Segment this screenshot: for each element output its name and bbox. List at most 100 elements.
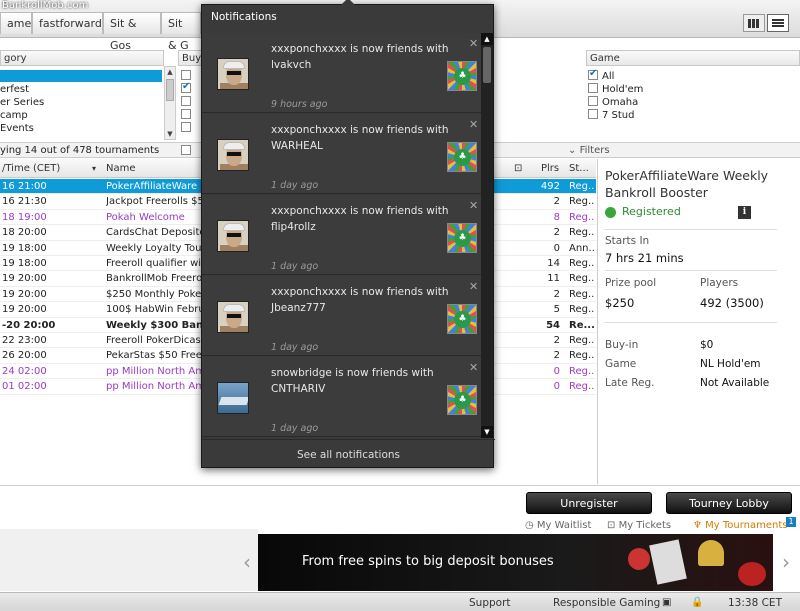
row-date: 19 18:00 <box>2 242 47 254</box>
row-status: Reg... <box>569 304 595 316</box>
game-label: Game <box>605 358 637 370</box>
filters-toggle[interactable]: ⌄ Filters <box>568 145 610 156</box>
scroll-up-icon[interactable]: ▲ <box>165 67 175 77</box>
row-date: 16 21:30 <box>2 196 47 208</box>
col-plrs[interactable]: Plrs <box>541 163 559 174</box>
category-item-selected[interactable] <box>0 70 162 82</box>
notification-item[interactable]: snowbridge is now friends with CNTHARIV 1… <box>202 357 481 437</box>
row-name: pp Million North Ame <box>106 381 202 393</box>
buyin-checkbox[interactable] <box>181 96 195 109</box>
unregister-button[interactable]: Unregister <box>526 492 652 514</box>
my-waitlist-link[interactable]: ◷ My Waitlist <box>525 520 591 531</box>
friends-badge-icon: ♣ <box>447 385 477 415</box>
chevron-left-icon[interactable]: ‹ <box>243 550 251 574</box>
poker-chip-icon <box>738 562 766 586</box>
tab-sit-and-gos[interactable]: Sit & Gos <box>103 12 161 52</box>
category-item[interactable]: erfest <box>0 84 29 96</box>
scroll-down-icon[interactable]: ▼ <box>165 129 175 139</box>
detail-title: PokerAffiliateWare Weekly Bankroll Boost… <box>605 168 769 200</box>
col-status[interactable]: St... <box>569 163 589 174</box>
buyin-checkbox[interactable] <box>181 122 195 135</box>
row-status: Reg... <box>569 350 595 362</box>
notification-item[interactable]: xxxponchxxxx is now friends with lvakvch… <box>202 33 481 113</box>
avatar[interactable] <box>217 139 249 171</box>
scroll-up-icon[interactable]: ▲ <box>481 33 493 45</box>
notification-item[interactable]: xxxponchxxxx is now friends with flip4ro… <box>202 195 481 275</box>
close-icon[interactable]: ✕ <box>469 199 478 212</box>
close-icon[interactable]: ✕ <box>469 118 478 131</box>
row-date: 01 02:00 <box>2 381 47 393</box>
col-date[interactable]: /Time (CET) <box>2 163 60 174</box>
tourney-lobby-button[interactable]: Tourney Lobby <box>666 492 792 514</box>
list-view-button[interactable] <box>767 14 789 32</box>
my-tournaments-count-badge: 1 <box>786 517 796 527</box>
grid-view-button[interactable] <box>743 14 765 32</box>
notification-time: 1 day ago <box>271 261 319 272</box>
row-date: 24 02:00 <box>2 365 47 377</box>
category-item[interactable]: er Series <box>0 97 44 109</box>
notifications-scrollbar[interactable]: ▲ ▼ <box>481 33 493 438</box>
tournament-count: ying 14 out of 478 tournaments <box>0 145 160 156</box>
promo-banner[interactable]: From free spins to big deposit bonuses <box>258 534 773 591</box>
avatar-hat <box>223 304 245 312</box>
category-scrollbar[interactable]: ▲ ▼ <box>164 66 176 140</box>
game-value: NL Hold'em <box>700 358 761 370</box>
notifications-title: Notifications <box>211 11 277 23</box>
filter-checkbox[interactable] <box>181 145 191 155</box>
chevron-right-icon[interactable]: › <box>782 550 790 574</box>
badge-inner: ♣ <box>454 68 471 85</box>
bell-icon <box>698 540 724 566</box>
row-players: 492 <box>540 181 560 192</box>
late-reg-label: Late Reg. <box>605 377 655 389</box>
notification-item[interactable]: xxxponchxxxx is now friends with WARHEAL… <box>202 114 481 194</box>
row-name: PekarStas $50 Free <box>106 350 202 362</box>
starts-in-label: Starts In <box>605 235 650 247</box>
sort-arrow-icon: ▾ <box>92 164 97 173</box>
game-option-omaha[interactable]: Omaha <box>588 96 638 109</box>
checkbox-box <box>181 96 191 106</box>
badge-inner: ♣ <box>454 392 471 409</box>
my-tickets-link[interactable]: ⊡ My Tickets <box>607 520 671 531</box>
row-name: Freeroll qualifier wit <box>106 258 202 269</box>
avatar[interactable] <box>217 382 249 414</box>
responsible-gaming-link[interactable]: Responsible Gaming <box>553 597 660 609</box>
avatar-sunglasses <box>227 233 241 237</box>
avatar[interactable] <box>217 220 249 252</box>
tab-fastforward[interactable]: fastforward <box>32 12 103 34</box>
my-tournaments-link[interactable]: ♆ My Tournaments <box>693 520 788 531</box>
category-item[interactable]: camp <box>0 110 28 122</box>
close-icon[interactable]: ✕ <box>469 361 478 374</box>
close-icon[interactable]: ✕ <box>469 37 478 50</box>
col-name[interactable]: Name <box>106 163 136 174</box>
avatar[interactable] <box>217 301 249 333</box>
row-status: Reg... <box>569 288 595 300</box>
buyin-checkbox[interactable] <box>181 81 195 96</box>
ticket-icon: ⊡ <box>514 163 523 174</box>
support-link[interactable]: Support <box>469 597 511 609</box>
category-item[interactable]: Events <box>0 123 34 135</box>
row-status: Ann... <box>569 242 595 254</box>
tab-sit-and-go-other[interactable]: Sit & G <box>161 12 201 52</box>
scroll-thumb[interactable] <box>166 79 174 101</box>
tab-games[interactable]: ames <box>0 12 37 34</box>
checkbox-box <box>181 70 191 80</box>
notification-item[interactable]: xxxponchxxxx is now friends with Jbeanz7… <box>202 276 481 356</box>
my-tickets-label: My Tickets <box>618 520 672 531</box>
row-players: 0 <box>553 365 560 377</box>
row-status: Reg... <box>569 196 595 208</box>
close-icon[interactable]: ✕ <box>469 280 478 293</box>
info-icon[interactable]: i <box>738 206 751 219</box>
row-name: Pokah Welcome <box>106 211 185 223</box>
scroll-thumb[interactable] <box>483 47 491 83</box>
avatar[interactable] <box>217 58 249 90</box>
filters-label: Filters <box>579 145 610 156</box>
avatar-sunglasses <box>227 71 241 75</box>
buyin-checkbox[interactable] <box>181 109 195 122</box>
scroll-down-icon[interactable]: ▼ <box>481 426 493 438</box>
see-all-notifications-link[interactable]: See all notifications <box>202 439 495 469</box>
game-option-7stud[interactable]: 7 Stud <box>588 109 635 122</box>
game-option-holdem[interactable]: Hold'em <box>588 83 643 96</box>
category-header: gory <box>0 50 164 66</box>
row-players: 5 <box>553 304 560 316</box>
game-option-all[interactable]: All <box>588 68 614 83</box>
